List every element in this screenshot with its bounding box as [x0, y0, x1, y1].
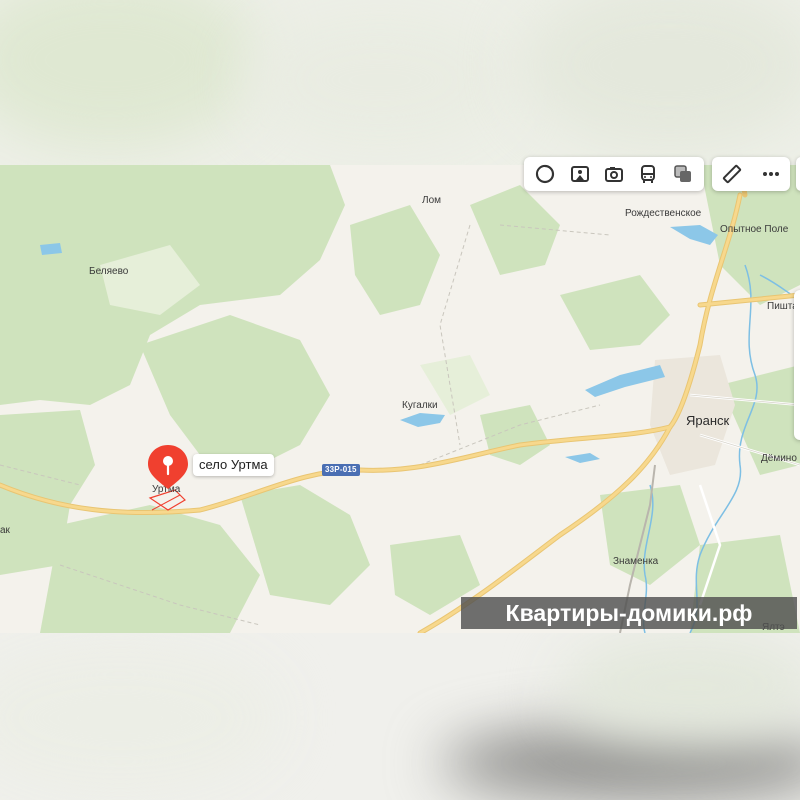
watermark: Квартиры-домики.рф	[461, 597, 797, 629]
town-label: Яранск	[686, 413, 730, 428]
camera-icon[interactable]	[601, 161, 627, 187]
place-label: Знаменка	[613, 556, 659, 567]
place-label: Рождественское	[625, 208, 702, 219]
road-number-badge: 33Р-015	[322, 464, 360, 476]
zoom-control[interactable]	[794, 290, 800, 440]
place-label: Беляево	[89, 266, 129, 277]
place-label: Опытное Поле	[720, 224, 789, 235]
place-label: Кугалки	[402, 400, 438, 411]
place-label: Дёмино	[761, 453, 797, 464]
panorama-icon[interactable]	[567, 161, 593, 187]
place-label: Лом	[422, 195, 441, 206]
place-label: ак	[0, 525, 10, 536]
traffic-icon[interactable]	[670, 161, 696, 187]
ruler-icon[interactable]	[719, 161, 745, 187]
layers-icon[interactable]	[532, 161, 558, 187]
map-side-control[interactable]	[796, 157, 800, 191]
pin-icon[interactable]	[146, 443, 190, 491]
more-icon[interactable]	[758, 161, 784, 187]
blurred-bottom-area	[0, 633, 800, 800]
blurred-top-area	[0, 0, 800, 165]
transit-icon[interactable]	[635, 161, 661, 187]
marker-label[interactable]: село Уртма	[193, 454, 274, 476]
map-base-layer	[0, 165, 800, 633]
map-layers-toolbar	[524, 157, 704, 191]
map-view[interactable]: Лом Рождественское Опытное Поле Беляево …	[0, 165, 800, 633]
map-tools-toolbar	[712, 157, 790, 191]
